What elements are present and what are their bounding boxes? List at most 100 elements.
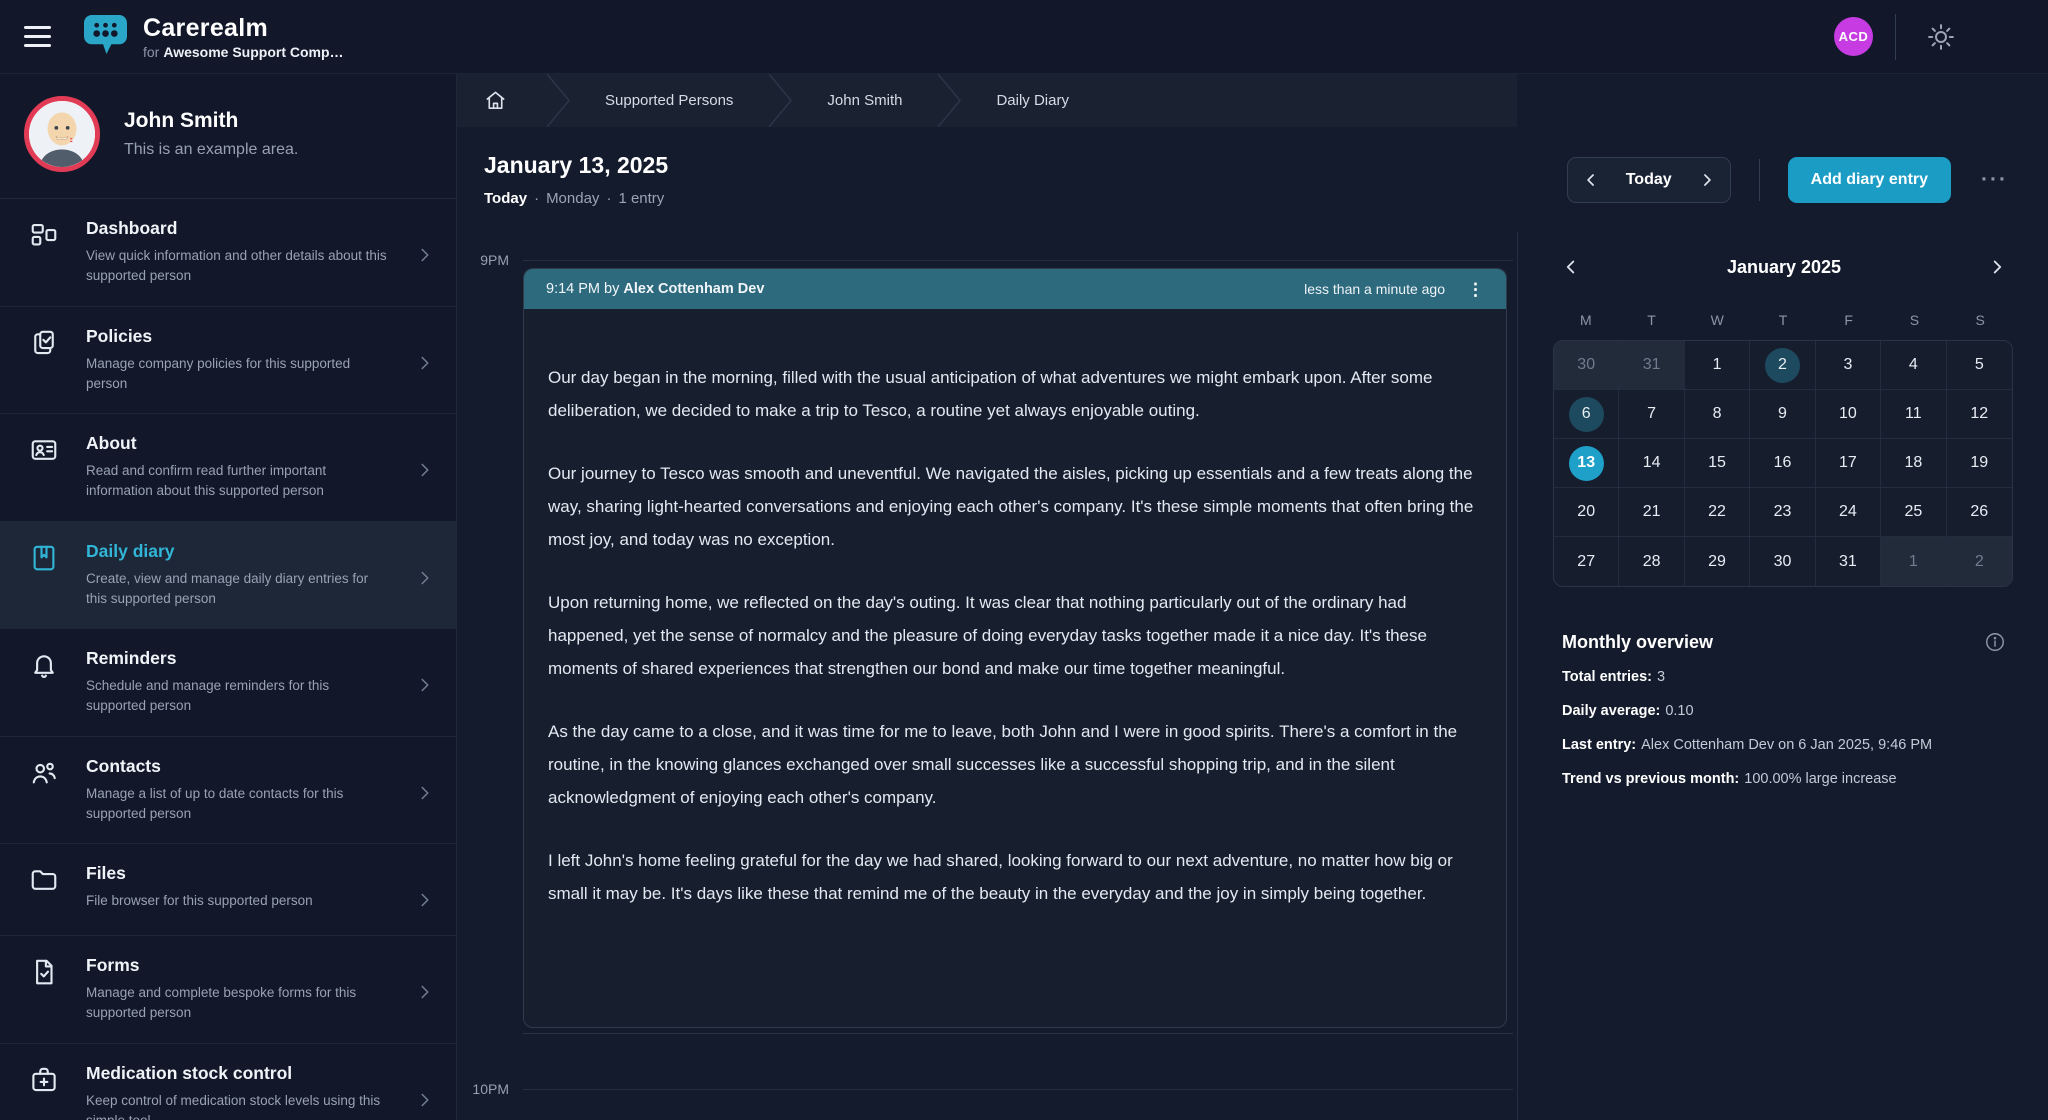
hour-label: 9PM <box>457 252 509 268</box>
weekday-label: W <box>1684 312 1750 328</box>
chevron-right-icon <box>414 889 436 916</box>
calendar-day-6-entry[interactable]: 6 <box>1554 390 1619 439</box>
calendar-day-21[interactable]: 21 <box>1619 488 1684 537</box>
calendar-day-1[interactable]: 1 <box>1685 341 1750 390</box>
calendar-day-4[interactable]: 4 <box>1881 341 1946 390</box>
hamburger-menu-icon[interactable] <box>24 26 54 47</box>
calendar-day-5[interactable]: 5 <box>1947 341 2012 390</box>
calendar-panel: January 2025 MTWTFSS 3031123456789101112… <box>1517 232 2048 1120</box>
calendar-day-23[interactable]: 23 <box>1750 488 1815 537</box>
nav-item-desc: Keep control of medication stock levels … <box>86 1091 391 1120</box>
entry-author: Alex Cottenham Dev <box>623 281 764 297</box>
date-meta: Today·Monday·1 entry <box>484 190 668 207</box>
calendar-day-26[interactable]: 26 <box>1947 488 2012 537</box>
calendar-next-chevron-icon[interactable] <box>1986 256 2008 278</box>
calendar-day-11[interactable]: 11 <box>1881 390 1946 439</box>
sidebar-item-files[interactable]: FilesFile browser for this supported per… <box>0 844 456 936</box>
entry-paragraph: As the day came to a close, and it was t… <box>548 715 1482 814</box>
chevron-right-icon <box>414 567 436 594</box>
calendar-day-24[interactable]: 24 <box>1816 488 1881 537</box>
chevron-right-icon <box>414 459 436 486</box>
nav-item-title: Files <box>86 863 392 884</box>
hour-line-9pm: 9PM <box>457 252 1517 268</box>
supported-person-avatar <box>24 96 100 172</box>
calendar-day-31[interactable]: 31 <box>1816 537 1881 586</box>
add-diary-entry-button[interactable]: Add diary entry <box>1788 157 1951 203</box>
calendar-day-7[interactable]: 7 <box>1619 390 1684 439</box>
sidebar-nav: Dashboard View quick information and othe… <box>0 199 456 1120</box>
overview-row: Total entries:3 <box>1562 668 2006 687</box>
theme-toggle-sun-icon[interactable] <box>1926 22 1956 52</box>
sidebar-item-dashboard[interactable]: Dashboard View quick information and othe… <box>0 199 456 307</box>
chevron-right-icon <box>414 782 436 809</box>
calendar-day-1-outside[interactable]: 1 <box>1881 537 1946 586</box>
calendar-day-30-outside[interactable]: 30 <box>1554 341 1619 390</box>
breadcrumb-item[interactable]: Daily Diary <box>962 92 1103 109</box>
file-check-icon <box>29 957 61 992</box>
prev-day-chevron-icon[interactable] <box>1568 158 1614 202</box>
hour-label: 10PM <box>457 1081 509 1097</box>
calendar-day-13-selected[interactable]: 13 <box>1554 439 1619 488</box>
date-nav-group: Today <box>1567 157 1731 203</box>
overview-label: Trend vs previous month: <box>1562 771 1739 787</box>
header-divider <box>1759 159 1760 201</box>
overview-label: Last entry: <box>1562 737 1636 753</box>
hour-line-10pm: 10PM <box>457 1081 1517 1097</box>
calendar-day-20[interactable]: 20 <box>1554 488 1619 537</box>
next-day-chevron-icon[interactable] <box>1684 158 1730 202</box>
weekday-label: M <box>1553 312 1619 328</box>
calendar-day-15[interactable]: 15 <box>1685 439 1750 488</box>
calendar-prev-chevron-icon[interactable] <box>1560 256 1582 278</box>
sidebar-item-daily-diary[interactable]: Daily diaryCreate, view and manage daily… <box>0 522 456 630</box>
sidebar-item-medication[interactable]: Medication stock controlKeep control of … <box>0 1044 456 1120</box>
calendar-day-31-outside[interactable]: 31 <box>1619 341 1684 390</box>
overview-row: Daily average: 0.10 <box>1562 702 2006 721</box>
info-icon[interactable] <box>1984 631 2006 653</box>
clipboard-check-icon <box>29 328 61 363</box>
calendar-day-2-entry[interactable]: 2 <box>1750 341 1815 390</box>
calendar-day-25[interactable]: 25 <box>1881 488 1946 537</box>
calendar-day-2-outside[interactable]: 2 <box>1947 537 2012 586</box>
calendar-day-29[interactable]: 29 <box>1685 537 1750 586</box>
nav-item-desc: View quick information and other details… <box>86 246 391 287</box>
sidebar-item-reminders[interactable]: RemindersSchedule and manage reminders f… <box>0 629 456 737</box>
sidebar-item-forms[interactable]: Forms Manage and complete bespoke forms f… <box>0 936 456 1044</box>
nav-item-title: Forms <box>86 955 392 976</box>
calendar-day-10[interactable]: 10 <box>1816 390 1881 439</box>
calendar-day-3[interactable]: 3 <box>1816 341 1881 390</box>
home-icon[interactable] <box>457 89 545 112</box>
breadcrumb-item[interactable]: John Smith <box>793 92 936 109</box>
calendar-day-8[interactable]: 8 <box>1685 390 1750 439</box>
nav-item-desc: Read and confirm read further important … <box>86 461 391 502</box>
calendar-day-9[interactable]: 9 <box>1750 390 1815 439</box>
entry-timestamp-ago: less than a minute ago <box>1304 281 1445 297</box>
calendar-day-30[interactable]: 30 <box>1750 537 1815 586</box>
monthly-overview: Monthly overview Total entries:3Daily av… <box>1562 631 2006 788</box>
calendar-day-27[interactable]: 27 <box>1554 537 1619 586</box>
user-avatar[interactable]: ACD <box>1834 17 1873 56</box>
sidebar-item-about[interactable]: AboutRead and confirm read further impor… <box>0 414 456 522</box>
calendar-day-16[interactable]: 16 <box>1750 439 1815 488</box>
overview-row: Trend vs previous month:100.00% large in… <box>1562 770 2006 789</box>
overview-value: 0.10 <box>1665 703 1693 719</box>
sidebar-item-policies[interactable]: PoliciesManage company policies for this… <box>0 307 456 415</box>
calendar-day-28[interactable]: 28 <box>1619 537 1684 586</box>
entry-time-author: 9:14 PM by Alex Cottenham Dev <box>546 281 764 297</box>
breadcrumb-item[interactable]: Supported Persons <box>571 92 767 109</box>
calendar-day-19[interactable]: 19 <box>1947 439 2012 488</box>
more-options-ellipsis-icon[interactable]: ··· <box>1981 168 2008 192</box>
sidebar-item-contacts[interactable]: ContactsManage a list of up to date cont… <box>0 737 456 845</box>
entry-kebab-menu-icon[interactable]: ⋮ <box>1461 281 1490 298</box>
nav-item-desc: Manage and complete bespoke forms for th… <box>86 983 391 1024</box>
today-button[interactable]: Today <box>1614 171 1684 189</box>
top-bar: Carerealm forAwesome Support Comp… ACD <box>0 0 2048 74</box>
calendar-day-18[interactable]: 18 <box>1881 439 1946 488</box>
topbar-divider <box>1895 14 1896 60</box>
nav-item-title: Dashboard <box>86 218 392 239</box>
overview-label: Daily average: <box>1562 703 1660 719</box>
calendar-day-12[interactable]: 12 <box>1947 390 2012 439</box>
calendar-day-14[interactable]: 14 <box>1619 439 1684 488</box>
weekday-label: T <box>1750 312 1816 328</box>
calendar-day-17[interactable]: 17 <box>1816 439 1881 488</box>
calendar-day-22[interactable]: 22 <box>1685 488 1750 537</box>
